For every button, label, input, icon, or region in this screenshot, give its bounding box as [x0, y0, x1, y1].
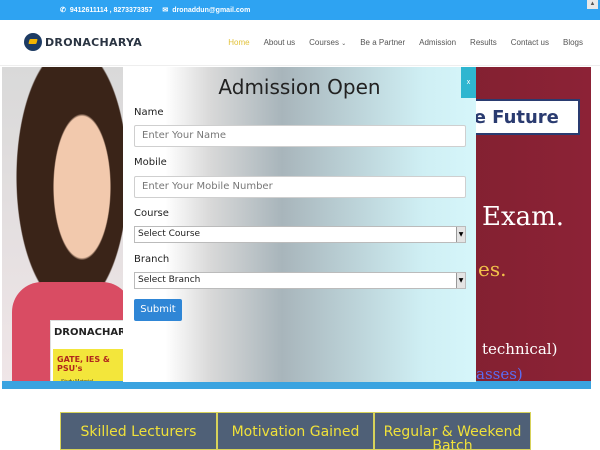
- course-select-value: Select Course: [138, 229, 201, 239]
- name-input[interactable]: Enter Your Name: [134, 125, 466, 147]
- feature-motivation: Motivation Gained: [217, 412, 374, 450]
- nav-partner[interactable]: Be a Partner: [360, 38, 405, 47]
- site-header: DRONACHARYA Home About us Courses ⌄ Be a…: [0, 20, 600, 66]
- scroll-button[interactable]: ▲: [587, 0, 598, 9]
- name-label: Name: [134, 107, 164, 118]
- branch-label: Branch: [134, 254, 170, 265]
- modal-title: Admission Open: [218, 75, 381, 99]
- phone-icon: ✆: [60, 7, 66, 14]
- banner-line-technical: technical): [482, 340, 558, 358]
- site-logo[interactable]: DRONACHARYA: [24, 33, 142, 51]
- nav-courses-label: Courses: [309, 38, 339, 47]
- banner-title-box: ure Future: [452, 99, 580, 135]
- feature-batch: Regular & Weekend Batch: [374, 412, 531, 450]
- phone-numbers[interactable]: 9412611114 , 8273373357: [70, 7, 153, 14]
- mail-icon: ✉: [162, 7, 169, 14]
- close-button[interactable]: x: [461, 67, 476, 98]
- course-label: Course: [134, 208, 169, 219]
- features-row: Skilled Lecturers Motivation Gained Regu…: [60, 412, 532, 450]
- dropdown-arrow-icon: ▼: [456, 273, 465, 288]
- nav-admission[interactable]: Admission: [419, 38, 456, 47]
- contact-info: ✆ 9412611114 , 8273373357 ✉ dronaddun@gm…: [60, 6, 250, 15]
- nav-results[interactable]: Results: [470, 38, 497, 47]
- branch-select[interactable]: Select Branch ▼: [134, 272, 466, 289]
- banner-line-exam: Exam.: [482, 202, 565, 232]
- top-bar: ✆ 9412611114 , 8273373357 ✉ dronaddun@gm…: [0, 0, 600, 20]
- course-select[interactable]: Select Course ▼: [134, 226, 466, 243]
- banner-line-es: es.: [478, 257, 507, 281]
- nav-contact[interactable]: Contact us: [511, 38, 549, 47]
- dropdown-arrow-icon: ▼: [456, 227, 465, 242]
- branch-select-value: Select Branch: [138, 275, 201, 285]
- chevron-down-icon: ⌄: [341, 41, 347, 47]
- feature-skilled-lecturers: Skilled Lecturers: [60, 412, 217, 450]
- main-nav: Home About us Courses ⌄ Be a Partner Adm…: [228, 38, 583, 47]
- mobile-label: Mobile: [134, 157, 167, 168]
- email-link[interactable]: dronaddun@gmail.com: [172, 7, 250, 14]
- logo-text: DRONACHARYA: [45, 35, 143, 49]
- logo-icon: [24, 33, 42, 51]
- nav-courses[interactable]: Courses ⌄: [309, 38, 346, 47]
- banner-strip: [2, 381, 591, 389]
- admission-modal: Admission Open x Name Enter Your Name Mo…: [123, 67, 476, 382]
- submit-button[interactable]: Submit: [134, 299, 182, 321]
- nav-home[interactable]: Home: [228, 38, 249, 47]
- nav-blogs[interactable]: Blogs: [563, 38, 583, 47]
- nav-about[interactable]: About us: [264, 38, 296, 47]
- mobile-input[interactable]: Enter Your Mobile Number: [134, 176, 466, 198]
